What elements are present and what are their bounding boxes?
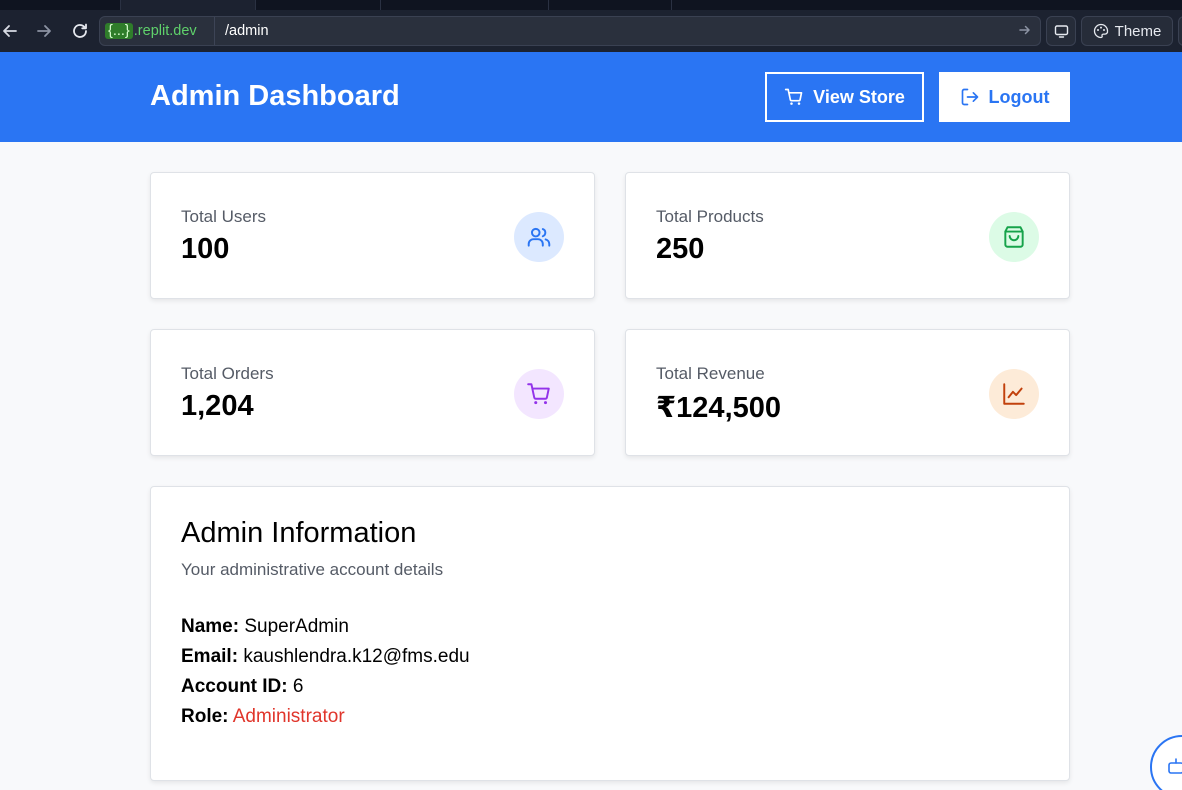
stat-card-revenue: Total Revenue ₹124,500 (625, 329, 1070, 456)
theme-button[interactable]: Theme (1081, 16, 1173, 46)
admin-info-title: Admin Information (181, 517, 417, 549)
theme-label: Theme (1114, 22, 1162, 40)
address-bar[interactable]: {...} .replit.dev /admin (99, 16, 1041, 46)
page-title: Admin Dashboard (150, 80, 400, 112)
logout-button[interactable]: Logout (939, 72, 1070, 122)
info-row-role: Role: Administrator (181, 706, 345, 728)
stat-label: Total Orders (181, 364, 274, 383)
info-value: SuperAdmin (244, 616, 349, 637)
shopping-cart-icon (514, 369, 564, 419)
shopping-cart-icon (784, 88, 803, 105)
reload-button[interactable] (70, 21, 90, 41)
info-label: Account ID: (181, 676, 288, 697)
arrow-right-icon (37, 25, 51, 37)
stat-value: 250 (656, 233, 705, 265)
extra-button[interactable] (1178, 16, 1182, 46)
stat-card-users: Total Users 100 (150, 172, 595, 299)
stat-value: ₹124,500 (656, 392, 782, 424)
stat-label: Total Revenue (656, 364, 765, 383)
info-row-account-id: Account ID: 6 (181, 676, 303, 698)
view-store-label: View Store (813, 86, 905, 107)
floating-assistant-button[interactable] (1150, 735, 1182, 790)
stat-label: Total Products (656, 207, 764, 226)
info-label: Role: (181, 706, 229, 727)
go-button[interactable] (1018, 23, 1032, 42)
stat-label: Total Users (181, 207, 267, 226)
info-value: kaushlendra.k12@fms.edu (243, 646, 470, 667)
line-chart-icon (989, 369, 1039, 419)
arrow-left-icon (3, 25, 17, 37)
url-path: /admin (225, 23, 269, 39)
arrow-right-icon (1019, 25, 1030, 35)
users-icon (514, 212, 564, 262)
url-host-domain: .replit.dev (133, 23, 197, 39)
url-host-badge: {...} (105, 23, 133, 39)
browser-tab[interactable] (255, 0, 380, 10)
info-label: Name: (181, 616, 240, 637)
stat-card-orders: Total Orders 1,204 (150, 329, 595, 456)
devices-button[interactable] (1046, 16, 1076, 46)
browser-toolbar: {...} .replit.dev /admin Theme (0, 10, 1182, 52)
browser-tab-active[interactable] (120, 0, 255, 10)
role-value: Administrator (232, 706, 345, 727)
logout-label: Logout (988, 86, 1050, 107)
stat-value: 1,204 (181, 390, 254, 422)
app-header: Admin Dashboard View Store Logout (0, 52, 1182, 142)
back-button[interactable] (0, 21, 20, 41)
bot-icon (1168, 758, 1182, 774)
info-label: Email: (181, 646, 239, 667)
admin-info-subtitle: Your administrative account details (181, 560, 444, 579)
browser-tab[interactable] (380, 0, 548, 10)
browser-tab-strip (0, 0, 1182, 10)
monitor-icon (1054, 24, 1068, 38)
shopping-bag-icon (989, 212, 1039, 262)
info-row-name: Name: SuperAdmin (181, 616, 349, 638)
stat-card-products: Total Products 250 (625, 172, 1070, 299)
forward-button[interactable] (34, 21, 54, 41)
info-row-email: Email: kaushlendra.k12@fms.edu (181, 646, 470, 668)
palette-icon (1093, 23, 1108, 39)
reload-icon (73, 23, 87, 38)
logout-icon (961, 88, 978, 106)
stat-value: 100 (181, 233, 230, 265)
view-store-button[interactable]: View Store (765, 72, 924, 122)
info-value: 6 (292, 676, 304, 697)
browser-tab[interactable] (548, 0, 671, 10)
browser-tab[interactable] (671, 0, 771, 10)
url-host: {...} .replit.dev (100, 17, 215, 45)
admin-info-card: Admin Information Your administrative ac… (150, 486, 1070, 781)
